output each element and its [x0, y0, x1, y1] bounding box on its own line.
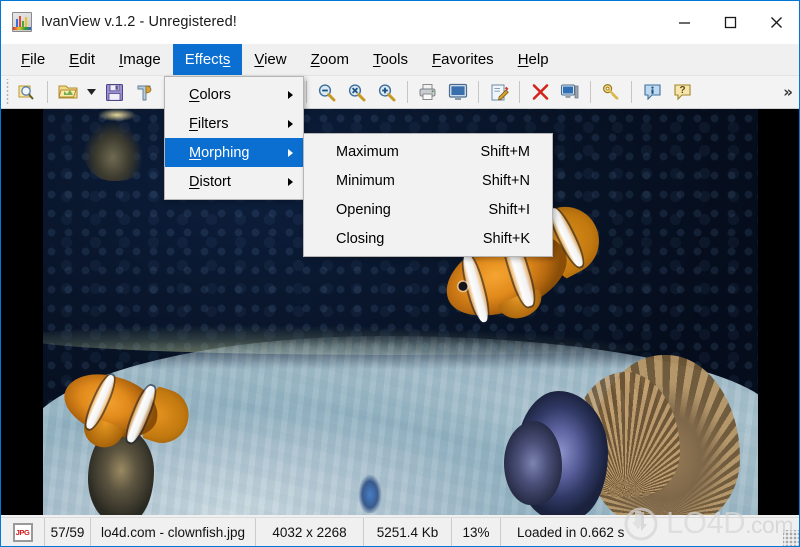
- status-filesize: 5251.4 Kb: [364, 518, 452, 546]
- print-icon[interactable]: [413, 78, 443, 106]
- title-bar: IvanView v.1.2 - Unregistered!: [1, 1, 799, 44]
- menu-file[interactable]: File: [9, 44, 57, 75]
- status-format-badge: JPG: [1, 518, 45, 546]
- menu-item-shortcut: Shift+K: [482, 230, 530, 247]
- info-icon[interactable]: [637, 78, 667, 106]
- menu-effects[interactable]: Effects: [172, 44, 243, 75]
- menu-item-closing[interactable]: Closing Shift+K: [304, 224, 552, 253]
- menu-view[interactable]: View: [242, 44, 298, 75]
- menu-item-label: Minimum: [336, 172, 395, 189]
- open-folder-icon[interactable]: [53, 78, 83, 106]
- menu-item-shortcut: Shift+M: [480, 143, 530, 160]
- minimize-button[interactable]: [661, 1, 707, 44]
- fullscreen-icon[interactable]: [443, 78, 473, 106]
- jpg-file-icon: JPG: [12, 522, 33, 542]
- menu-item-minimum[interactable]: Minimum Shift+N: [304, 166, 552, 195]
- status-load-time: Loaded in 0.662 s: [517, 524, 625, 540]
- menu-edit[interactable]: Edit: [57, 44, 107, 75]
- menu-item-opening[interactable]: Opening Shift+I: [304, 195, 552, 224]
- zoom-out-icon[interactable]: [312, 78, 342, 106]
- close-button[interactable]: [753, 1, 799, 44]
- zoom-reset-icon[interactable]: [342, 78, 372, 106]
- status-dimensions: 4032 x 2268: [256, 518, 364, 546]
- menu-bar: File Edit Image Effects View Zoom Tools …: [1, 44, 799, 76]
- menu-item-label: Opening: [336, 201, 391, 218]
- ivanview-logo-icon: [12, 12, 32, 32]
- morphing-submenu: Maximum Shift+M Minimum Shift+N Opening …: [303, 133, 553, 257]
- menu-item-distort[interactable]: Distort: [165, 167, 303, 196]
- menu-item-label: Closing: [336, 230, 385, 247]
- menu-item-morphing[interactable]: Morphing: [165, 138, 303, 167]
- zoom-in-icon[interactable]: [372, 78, 402, 106]
- status-bar: JPG 57/59 lo4d.com - clownfish.jpg 4032 …: [1, 517, 799, 546]
- menu-zoom[interactable]: Zoom: [299, 44, 361, 75]
- thumbnails-icon[interactable]: [12, 78, 42, 106]
- open-dropdown-icon[interactable]: [83, 78, 99, 106]
- svg-text:?: ?: [679, 85, 685, 96]
- menu-help[interactable]: Help: [506, 44, 561, 75]
- menu-item-shortcut: Shift+I: [488, 201, 530, 218]
- toolbar-overflow-button[interactable]: »: [783, 83, 793, 101]
- menu-item-maximum[interactable]: Maximum Shift+M: [304, 137, 552, 166]
- window-title: IvanView v.1.2 - Unregistered!: [41, 14, 237, 30]
- menu-item-shortcut: Shift+N: [482, 172, 530, 189]
- purple-rock-small: [504, 421, 562, 505]
- chevron-right-icon: [288, 90, 293, 99]
- menu-tools[interactable]: Tools: [361, 44, 420, 75]
- ivanview-window: IvanView v.1.2 - Unregistered! File Edit…: [0, 0, 800, 547]
- menu-favorites[interactable]: Favorites: [420, 44, 506, 75]
- toolbar: ? »: [1, 76, 799, 109]
- chevron-right-icon: [288, 177, 293, 186]
- menu-image[interactable]: Image: [107, 44, 173, 75]
- save-icon[interactable]: [99, 78, 129, 106]
- maximize-button[interactable]: [707, 1, 753, 44]
- toolbar-grip[interactable]: [3, 79, 12, 105]
- settings-hammer-icon[interactable]: [129, 78, 159, 106]
- jpg-badge-text: JPG: [15, 527, 30, 537]
- menu-item-filters[interactable]: Filters: [165, 109, 303, 138]
- chevron-right-icon: [288, 119, 293, 128]
- status-zoom-level: 13%: [452, 518, 501, 546]
- edit-icon[interactable]: [484, 78, 514, 106]
- delete-icon[interactable]: [525, 78, 555, 106]
- wallpaper-icon[interactable]: [555, 78, 585, 106]
- chevron-right-icon: [288, 148, 293, 157]
- key-icon[interactable]: [596, 78, 626, 106]
- window-controls: [661, 1, 799, 44]
- resize-grip[interactable]: [783, 530, 799, 546]
- effects-dropdown-menu: Colors Filters Morphing Distort: [164, 76, 304, 200]
- status-image-index: 57/59: [45, 518, 91, 546]
- menu-item-colors[interactable]: Colors: [165, 80, 303, 109]
- status-filename: lo4d.com - clownfish.jpg: [91, 518, 256, 546]
- help-icon[interactable]: ?: [667, 78, 697, 106]
- menu-item-label: Maximum: [336, 143, 399, 160]
